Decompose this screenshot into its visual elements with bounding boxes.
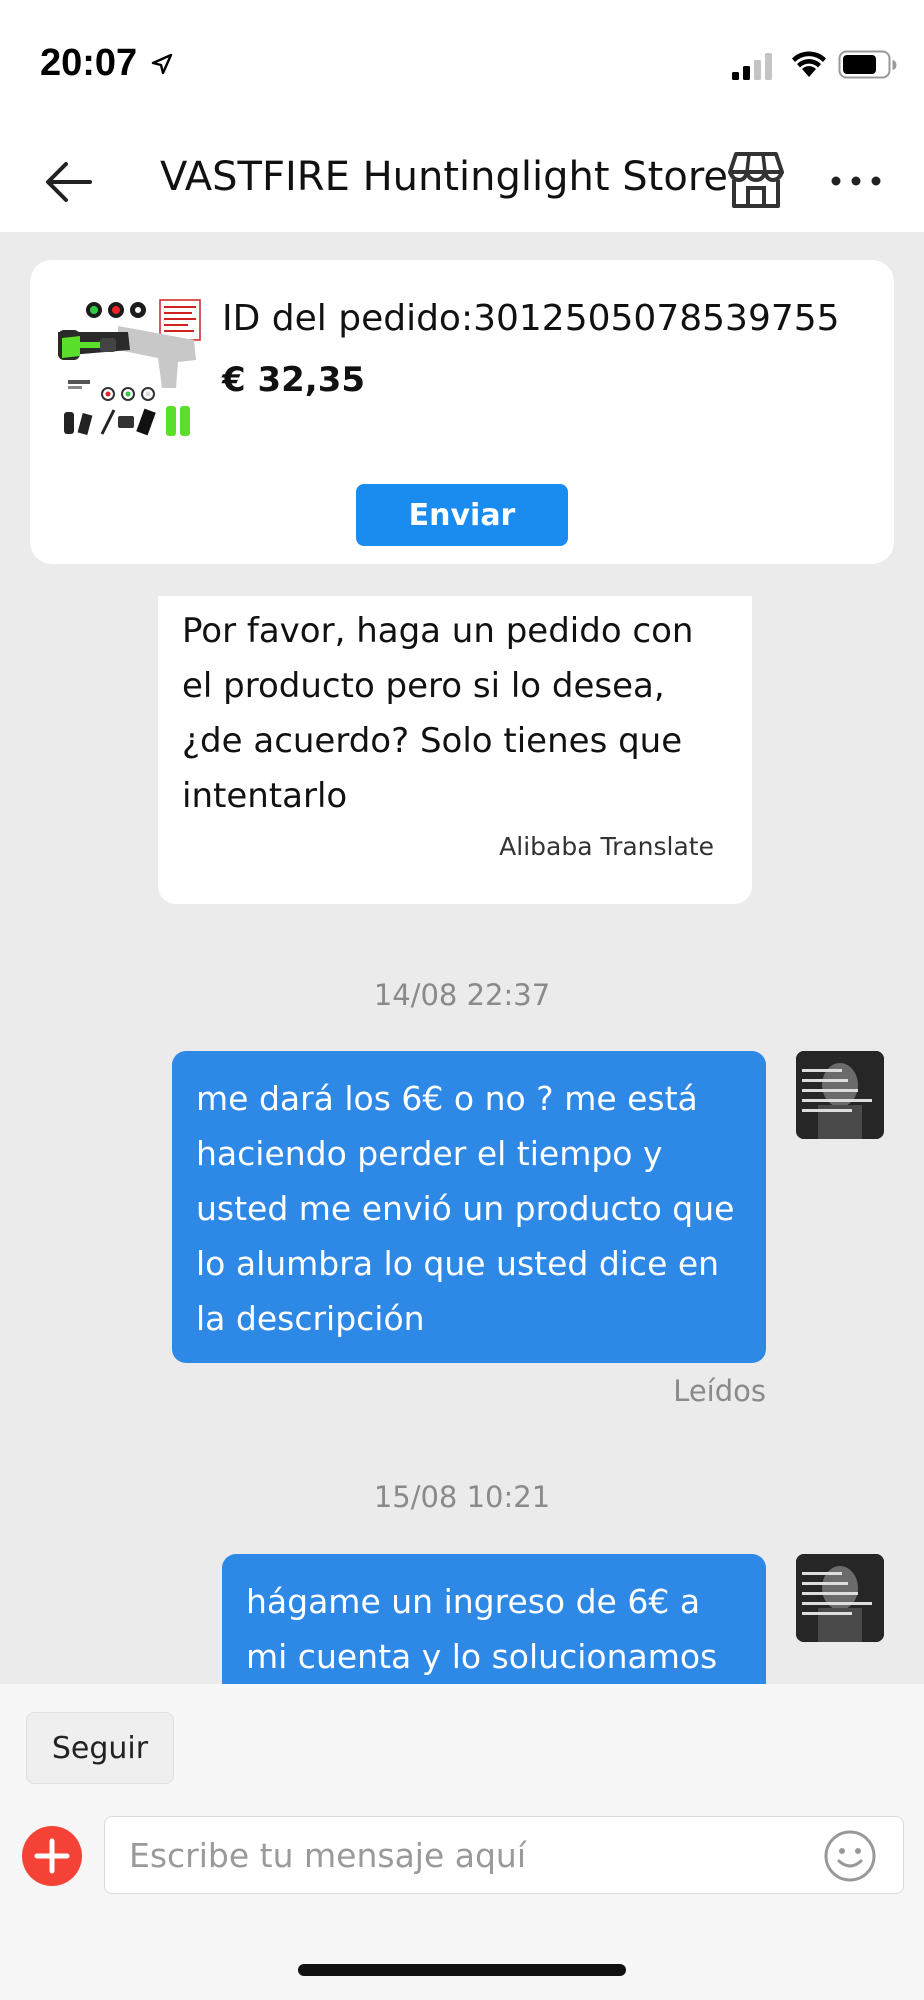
location-arrow-icon (151, 53, 173, 75)
message-input-container (104, 1816, 904, 1894)
chat-messages[interactable]: Por favor, haga un pedido con el product… (0, 596, 924, 1684)
avatar-image (796, 1051, 884, 1139)
translation-label[interactable]: Alibaba Translate (499, 832, 714, 861)
follow-button[interactable]: Seguir (26, 1712, 174, 1784)
chat-header: VASTFIRE Huntinglight Store (0, 130, 924, 232)
store-button[interactable] (724, 148, 788, 212)
avatar-image (796, 1554, 884, 1642)
order-card-area: ID del pedido:3012505078539755 € 32,35 E… (0, 232, 924, 596)
timestamp: 15/08 10:21 (373, 1480, 551, 1514)
store-icon (728, 152, 784, 208)
avatar[interactable] (796, 1051, 884, 1139)
back-button[interactable] (40, 152, 100, 212)
signal-icon (732, 53, 772, 80)
timestamp: 14/08 22:37 (373, 978, 551, 1012)
add-attachment-button[interactable] (22, 1826, 82, 1886)
send-order-button[interactable]: Enviar (356, 484, 568, 546)
more-icon (831, 176, 881, 186)
status-time: 20:07 (40, 42, 138, 84)
outgoing-message-text: hágame un ingreso de 6€ a mi cuenta y lo… (246, 1582, 718, 1676)
emoji-icon (824, 1830, 876, 1882)
product-thumbnail[interactable] (58, 298, 202, 442)
outgoing-message-text: me dará los 6€ o no ? me está haciendo p… (196, 1079, 735, 1338)
order-id: ID del pedido:3012505078539755 (222, 298, 840, 339)
order-card[interactable]: ID del pedido:3012505078539755 € 32,35 E… (30, 260, 894, 564)
composer-area: Seguir (0, 1684, 924, 2000)
read-status: Leídos (673, 1374, 766, 1408)
emoji-button[interactable] (823, 1829, 877, 1883)
more-options-button[interactable] (826, 156, 886, 206)
outgoing-message[interactable]: me dará los 6€ o no ? me está haciendo p… (172, 1051, 766, 1363)
store-title: VASTFIRE Huntinglight Store (160, 154, 728, 200)
product-image (58, 298, 202, 442)
order-price: € 32,35 (222, 360, 366, 400)
wifi-icon (792, 51, 826, 77)
outgoing-message[interactable]: hágame un ingreso de 6€ a mi cuenta y lo… (222, 1554, 766, 1684)
plus-icon (34, 1838, 70, 1874)
back-arrow-icon (46, 162, 92, 202)
home-indicator (298, 1964, 626, 1976)
incoming-message[interactable]: Por favor, haga un pedido con el product… (158, 596, 752, 904)
status-bar: 20:07 (0, 0, 924, 130)
avatar[interactable] (796, 1554, 884, 1642)
message-input[interactable] (127, 1829, 811, 1881)
battery-icon (838, 50, 897, 79)
incoming-message-text: Por favor, haga un pedido con el product… (182, 611, 694, 816)
